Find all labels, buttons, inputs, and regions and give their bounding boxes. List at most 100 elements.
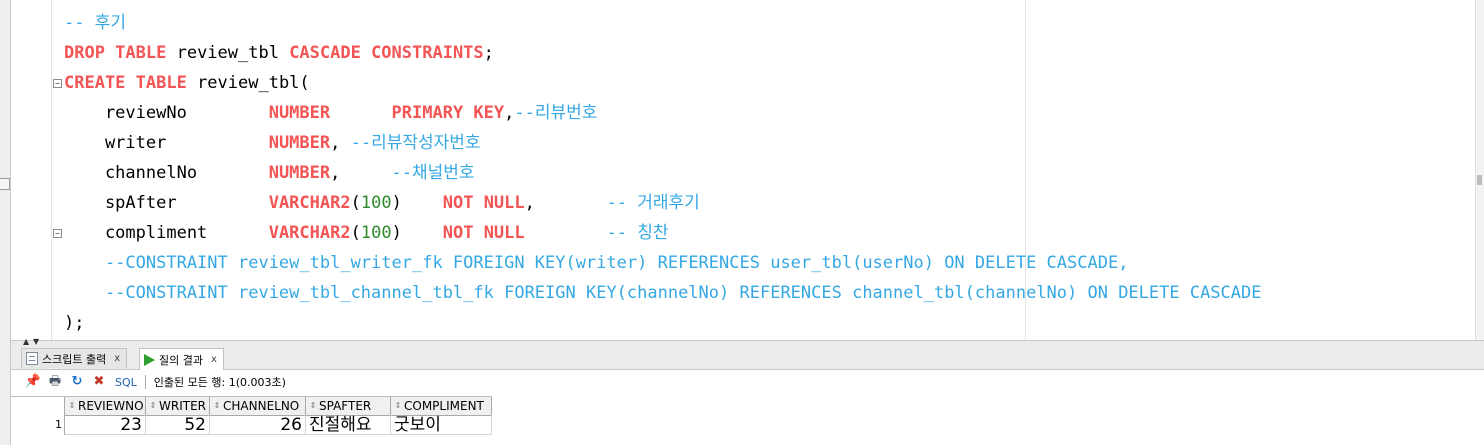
sql-text: , [504, 103, 515, 123]
column-label: SPAFTER [319, 399, 372, 413]
sql-text: compliment [64, 223, 269, 243]
code-line[interactable]: CREATE TABLE review_tbl( [64, 68, 1261, 98]
sql-keyword: NUMBER [268, 163, 331, 183]
sql-comment: --CONSTRAINT review_tbl_channel_tbl_fk F… [64, 283, 1262, 303]
fetch-status-text: 인출된 모든 행: 1(0.003초) [153, 376, 286, 389]
sql-keyword: VARCHAR2 [268, 223, 351, 243]
collapse-up-icon[interactable]: ▲ [23, 338, 29, 346]
code-line[interactable]: writer NUMBER, --리뷰작성자번호 [64, 128, 1261, 158]
sql-comment: -- 칭찬 [606, 223, 669, 243]
column-header-compliment[interactable]: ⇕ COMPLIMENT [391, 397, 492, 416]
sql-text: ( [350, 193, 361, 213]
tab-label: 질의 결과 [159, 353, 203, 367]
column-header-reviewno[interactable]: ⇕ REVIEWNO [65, 397, 146, 416]
editor-gutter [11, 0, 52, 340]
code-line[interactable]: compliment VARCHAR2(100) NOT NULL -- 칭찬 [64, 218, 1261, 248]
row-number[interactable]: 1 [11, 415, 65, 435]
column-label: REVIEWNO [78, 399, 144, 413]
sort-icon[interactable]: ⇕ [393, 397, 402, 415]
toolbar-divider [144, 375, 146, 389]
sql-text: writer [64, 133, 269, 153]
sql-editor[interactable]: − − -- 후기 DROP TABLE review_tbl CASCADE C… [11, 0, 1484, 340]
sql-keyword: NUMBER [268, 103, 331, 123]
sql-number: 100 [360, 223, 392, 243]
sql-comment: -- 거래후기 [606, 193, 700, 213]
grid-header: ⇕ REVIEWNO ⇕ WRITER ⇕ CHANNELNO ⇕ SPAFTE… [11, 396, 492, 416]
close-icon[interactable]: x [211, 354, 217, 365]
left-edge-strip [0, 0, 11, 445]
results-toolbar: 📌 🖶 ↻ ✖ SQL 인출된 모든 행: 1(0.003초) [11, 370, 1484, 394]
tab-label: 스크립트 출력 [42, 352, 107, 366]
sort-icon[interactable]: ⇕ [308, 397, 317, 415]
sql-text: ) [391, 223, 443, 243]
cell-spafter[interactable]: 진절해요 [306, 415, 391, 435]
code-line[interactable]: ); [64, 308, 1261, 338]
code-line[interactable]: spAfter VARCHAR2(100) NOT NULL, -- 거래후기 [64, 188, 1261, 218]
table-row[interactable]: 1 23 52 26 진절해요 굿보이 [11, 415, 492, 435]
sql-text: , [524, 193, 607, 213]
code-line[interactable]: DROP TABLE review_tbl CASCADE CONSTRAINT… [64, 38, 1261, 68]
collapse-handle[interactable] [0, 178, 10, 190]
sql-text: ; [483, 43, 494, 63]
cell-channelno[interactable]: 26 [210, 415, 306, 435]
scrollbar-thumb[interactable] [1477, 175, 1482, 185]
sql-text: , [330, 133, 351, 153]
fold-toggle-icon[interactable]: − [53, 79, 62, 88]
export-icon[interactable]: ✖ [91, 374, 107, 390]
column-header-writer[interactable]: ⇕ WRITER [146, 397, 210, 416]
sort-icon[interactable]: ⇕ [67, 397, 76, 415]
close-icon[interactable]: x [114, 353, 120, 364]
sql-comment: -- 후기 [64, 13, 126, 33]
row-header-corner [11, 397, 65, 416]
collapse-down-icon[interactable]: ▼ [33, 338, 39, 346]
fold-toggle-icon[interactable]: − [53, 229, 62, 238]
sql-text: reviewNo [64, 103, 269, 123]
sql-keyword: VARCHAR2 [268, 193, 351, 213]
code-line[interactable]: -- 후기 [64, 8, 1261, 38]
refresh-icon[interactable]: ↻ [69, 374, 85, 390]
sql-keyword: CREATE TABLE [64, 73, 187, 93]
result-grid[interactable]: ⇕ REVIEWNO ⇕ WRITER ⇕ CHANNELNO ⇕ SPAFTE… [11, 396, 1484, 445]
code-line[interactable]: --CONSTRAINT review_tbl_channel_tbl_fk F… [64, 278, 1262, 308]
tab-query-result[interactable]: 질의 결과 x [139, 348, 224, 370]
sort-icon[interactable]: ⇕ [212, 397, 221, 415]
sql-text: ) [391, 193, 443, 213]
column-header-spafter[interactable]: ⇕ SPAFTER [306, 397, 391, 416]
cell-writer[interactable]: 52 [146, 415, 210, 435]
sql-text: spAfter [64, 193, 269, 213]
code-line[interactable]: channelNo NUMBER, --채널번호 [64, 158, 1261, 188]
column-label: WRITER [159, 399, 206, 413]
run-query-icon [144, 353, 155, 366]
sql-keyword: NOT NULL [442, 193, 525, 213]
results-panel: 스크립트 출력 x 질의 결과 x 📌 🖶 ↻ ✖ SQL 인출된 모든 행: … [11, 347, 1484, 445]
script-output-icon [26, 352, 38, 365]
sql-text: review_tbl( [186, 73, 310, 93]
column-label: CHANNELNO [223, 399, 300, 413]
column-label: COMPLIMENT [404, 399, 484, 413]
cell-compliment[interactable]: 굿보이 [391, 415, 492, 435]
sql-link[interactable]: SQL [115, 376, 137, 389]
sql-comment: --리뷰작성자번호 [350, 133, 481, 153]
sql-text: review_tbl [166, 43, 290, 63]
sql-comment: --CONSTRAINT review_tbl_writer_fk FOREIG… [64, 253, 1129, 273]
sql-text: ); [64, 313, 85, 333]
column-header-channelno[interactable]: ⇕ CHANNELNO [210, 397, 306, 416]
code-text[interactable]: -- 후기 DROP TABLE review_tbl CASCADE CONST… [64, 8, 1261, 338]
sql-number: 100 [360, 193, 392, 213]
code-line[interactable]: reviewNo NUMBER PRIMARY KEY,--리뷰번호 [64, 98, 1261, 128]
sql-keyword: NUMBER [268, 133, 331, 153]
pin-icon[interactable]: 📌 [25, 374, 41, 390]
code-line[interactable]: --CONSTRAINT review_tbl_writer_fk FOREIG… [64, 248, 1261, 278]
results-tab-bar: 스크립트 출력 x 질의 결과 x [11, 347, 1484, 370]
cell-reviewno[interactable]: 23 [65, 415, 146, 435]
sort-icon[interactable]: ⇕ [148, 397, 157, 415]
editor-vertical-scrollbar[interactable] [1475, 0, 1484, 340]
sql-text: ( [350, 223, 361, 243]
tab-script-output[interactable]: 스크립트 출력 x [21, 348, 128, 368]
sql-keyword: PRIMARY KEY [391, 103, 505, 123]
sql-keyword: CASCADE CONSTRAINTS [289, 43, 484, 63]
sql-comment: --채널번호 [391, 163, 475, 183]
print-icon[interactable]: 🖶 [47, 374, 63, 390]
